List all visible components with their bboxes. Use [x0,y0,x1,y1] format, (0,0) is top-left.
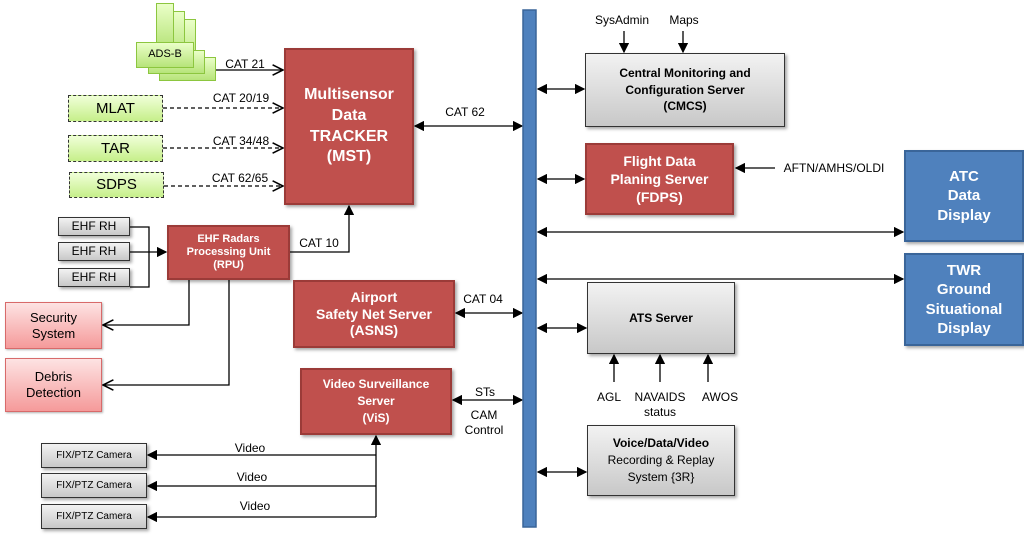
mst-line: Data [331,106,367,124]
ehf-rh-2: EHF RH [58,242,130,261]
label-cat10: CAT 10 [299,236,339,250]
adsb-label: ADS-B [148,48,182,61]
atc-line: Display [937,206,991,224]
cmcs-line: Configuration Server [625,82,745,97]
rr-line: System {3R} [627,469,695,484]
mst-line: TRACKER [309,127,389,145]
debris-line: Debris [34,369,73,385]
label-sysadmin: SysAdmin [594,13,650,27]
label-video-2: Video [236,470,268,484]
label-cat3448: CAT 34/48 [212,134,270,148]
camera-label: FIX/PTZ Camera [56,479,132,491]
ehf-rh-3: EHF RH [58,268,130,287]
cmcs: Central Monitoring and Configuration Serv… [585,53,785,127]
rpu-line: (RPU) [213,259,244,272]
line-ehf [130,226,166,288]
label-aftn: AFTN/AMHS/OLDI [783,161,885,175]
twr-ground-display: TWR Ground Situational Display [904,253,1024,346]
rpu-line: EHF Radars [197,232,260,245]
label-navaids: NAVAIDS status [635,390,686,420]
adsb-sensor: ADS-B [136,42,194,68]
rr-line: Recording & Replay [607,453,715,468]
twr-line: TWR [946,261,982,279]
label-control: Control [464,423,504,437]
label-sts: STs [474,385,496,399]
label-cat6265: CAT 62/65 [211,171,269,185]
atc-line: Data [947,187,981,205]
vis-line: Video Surveillance [322,377,430,392]
line-debris [103,280,230,385]
security-line: System [31,325,76,341]
twr-line: Situational [925,300,1003,318]
fdps-line: (FDPS) [636,189,683,206]
connector-lines [0,9,905,528]
ehf-rh-label: EHF RH [71,244,117,259]
label-video-3: Video [239,499,271,513]
asns: Airport Safety Net Server (ASNS) [293,280,455,348]
rr-line: Voice/Data/Video [612,436,710,451]
vis-line: (ViS) [362,410,390,425]
tar-sensor: TAR [68,135,163,162]
camera-1: FIX/PTZ Camera [41,443,147,468]
label-cat62: CAT 62 [445,105,485,119]
label-navaids-l2: status [643,405,676,419]
camera-3: FIX/PTZ Camera [41,504,147,529]
ehf-rh-1: EHF RH [58,217,130,236]
atc-line: ATC [949,167,979,185]
ehf-rh-label: EHF RH [71,219,117,234]
atc-data-display: ATC Data Display [904,150,1024,242]
label-navaids-l1: NAVAIDS [634,390,686,404]
camera-label: FIX/PTZ Camera [56,449,132,461]
fdps-line: Flight Data [623,152,696,169]
cmcs-line: Central Monitoring and [619,65,751,80]
twr-line: Display [937,320,991,337]
sdps-sensor: SDPS [69,172,164,198]
rpu: EHF Radars Processing Unit (RPU) [167,225,290,280]
mst-tracker: Multisensor Data TRACKER (MST) [284,48,414,205]
label-agl: AGL [596,390,622,404]
label-cam: CAM [470,408,498,422]
asns-line: (ASNS) [349,322,399,339]
mlat-label: MLAT [96,99,135,117]
label-cat04: CAT 04 [463,292,503,306]
ehf-rh-label: EHF RH [71,270,117,285]
label-video-1: Video [234,441,266,455]
label-cat2019: CAT 20/19 [212,91,270,105]
camera-2: FIX/PTZ Camera [41,473,147,498]
recording-replay-3r: Voice/Data/Video Recording & Replay System… [587,425,735,496]
label-awos: AWOS [701,390,739,404]
security-system: Security System [5,302,102,349]
debris-line: Detection [26,385,81,400]
network-bus [522,9,537,528]
ats-title: ATS Server [629,310,693,325]
cmcs-line: (CMCS) [663,99,707,114]
asns-line: Safety Net Server [316,305,432,322]
ats-server: ATS Server [587,282,735,354]
mlat-sensor: MLAT [68,95,163,122]
label-cat21: CAT 21 [225,57,265,71]
mst-line: Multisensor [304,85,394,103]
sdps-label: SDPS [96,176,137,193]
label-cam-control: CAM Control [465,408,504,438]
asns-line: Airport [350,288,398,305]
vis-line: Server [357,394,395,409]
camera-label: FIX/PTZ Camera [56,510,132,522]
rpu-line: Processing Unit [186,245,271,258]
fdps: Flight Data Planing Server (FDPS) [585,143,734,215]
twr-line: Ground [936,281,992,298]
mst-line: (MST) [326,148,372,166]
vis: Video Surveillance Server (ViS) [300,368,452,435]
label-maps: Maps [669,13,699,27]
tar-label: TAR [101,139,130,157]
security-line: Security [30,309,77,325]
debris-detection: Debris Detection [5,358,102,412]
fdps-line: Planing Server [610,170,709,187]
